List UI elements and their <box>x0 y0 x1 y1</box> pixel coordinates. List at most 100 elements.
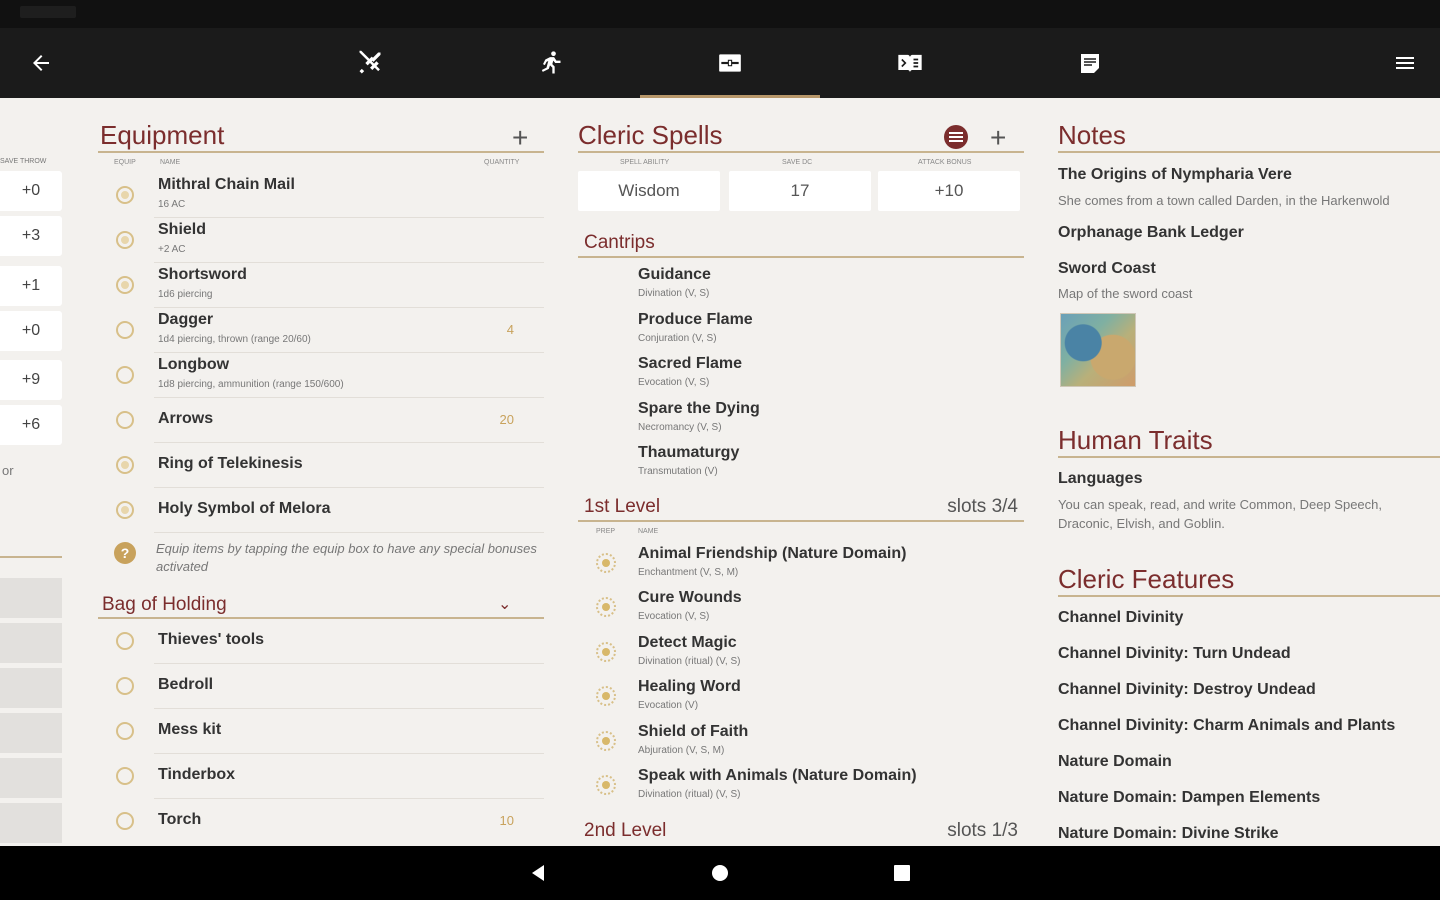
equip-toggle[interactable] <box>116 677 134 695</box>
spell-name[interactable]: Healing Word <box>638 678 741 696</box>
save-value[interactable]: +0 <box>0 171 62 211</box>
save-value[interactable]: +1 <box>0 266 62 306</box>
feature-item[interactable]: Channel Divinity <box>1058 609 1183 627</box>
spell-ability-value[interactable]: Wisdom <box>578 171 720 211</box>
menu-button[interactable] <box>1380 28 1430 98</box>
level-2-slots[interactable]: slots 1/3 <box>947 820 1018 842</box>
spell-name[interactable]: Detect Magic <box>638 634 737 652</box>
spell-name[interactable]: Sacred Flame <box>638 355 742 373</box>
bag-of-holding-title[interactable]: Bag of Holding <box>102 594 227 616</box>
item-quantity: 4 <box>506 322 514 337</box>
equipment-row[interactable]: Dagger 1d4 piercing, thrown (range 20/60… <box>98 308 544 353</box>
prepared-toggle[interactable] <box>596 686 616 706</box>
equip-toggle[interactable] <box>116 231 134 249</box>
spell-school: Divination (V, S) <box>638 288 710 299</box>
note-title[interactable]: Orphanage Bank Ledger <box>1058 224 1244 242</box>
prepared-toggle[interactable] <box>596 775 616 795</box>
blank-box <box>0 578 62 618</box>
nav-home-button[interactable] <box>690 846 750 900</box>
item-detail: 1d6 piercing <box>158 289 213 300</box>
equipment-row[interactable]: Holy Symbol of Melora <box>98 488 544 533</box>
equip-toggle[interactable] <box>116 501 134 519</box>
prepared-toggle[interactable] <box>596 731 616 751</box>
spell-name[interactable]: Shield of Faith <box>638 723 748 741</box>
divider <box>578 256 1024 258</box>
equipment-row[interactable]: Arrows 20 <box>98 398 544 443</box>
spell-name[interactable]: Spare the Dying <box>638 400 760 418</box>
bag-row[interactable]: Tinderbox <box>98 754 544 799</box>
prepared-toggle[interactable] <box>596 642 616 662</box>
spell-name[interactable]: Cure Wounds <box>638 589 742 607</box>
save-value[interactable]: +6 <box>0 405 62 445</box>
equip-toggle[interactable] <box>116 276 134 294</box>
blank-box <box>0 668 62 708</box>
equipment-row[interactable]: Shortsword 1d6 piercing <box>98 263 544 308</box>
note-title[interactable]: The Origins of Nympharia Vere <box>1058 166 1292 184</box>
add-equipment-button[interactable]: + <box>512 124 528 152</box>
add-spell-button[interactable]: + <box>990 124 1006 152</box>
save-value[interactable]: +0 <box>0 311 62 351</box>
feature-item[interactable]: Channel Divinity: Turn Undead <box>1058 645 1291 663</box>
spell-school: Evocation (V, S) <box>638 377 710 388</box>
prepared-toggle[interactable] <box>596 597 616 617</box>
spell-name[interactable]: Guidance <box>638 266 711 284</box>
map-thumbnail[interactable] <box>1060 313 1136 387</box>
feature-item[interactable]: Nature Domain <box>1058 753 1172 771</box>
equipment-row[interactable]: Ring of Telekinesis <box>98 443 544 488</box>
tab-spells[interactable] <box>820 28 1000 98</box>
feature-item[interactable]: Nature Domain: Divine Strike <box>1058 825 1279 843</box>
item-name: Mess kit <box>158 721 222 738</box>
item-quantity: 20 <box>499 412 514 427</box>
arrow-left-icon <box>33 55 49 71</box>
save-throw-header: SAVE THROW <box>0 158 47 165</box>
feature-item[interactable]: Channel Divinity: Charm Animals and Plan… <box>1058 717 1395 735</box>
prepared-toggle[interactable] <box>596 553 616 573</box>
spells-panel: Cleric Spells + SPELL ABILITY SAVE DC AT… <box>578 98 1024 846</box>
equip-toggle[interactable] <box>116 186 134 204</box>
equip-toggle[interactable] <box>116 321 134 339</box>
equip-toggle[interactable] <box>116 722 134 740</box>
note-title[interactable]: Sword Coast <box>1058 260 1156 278</box>
equip-toggle[interactable] <box>116 632 134 650</box>
equipment-row[interactable]: Longbow 1d8 piercing, ammunition (range … <box>98 353 544 398</box>
bag-row[interactable]: Mess kit <box>98 709 544 754</box>
equip-toggle[interactable] <box>116 767 134 785</box>
equip-toggle[interactable] <box>116 812 134 830</box>
save-value[interactable]: +3 <box>0 216 62 256</box>
divider <box>1058 456 1440 458</box>
feature-item[interactable]: Nature Domain: Dampen Elements <box>1058 789 1320 807</box>
tab-inventory[interactable] <box>640 28 820 98</box>
blank-box <box>0 623 62 663</box>
attack-bonus-header: ATTACK BONUS <box>918 159 972 166</box>
bag-row[interactable]: Bedroll <box>98 664 544 709</box>
spell-name[interactable]: Produce Flame <box>638 311 753 329</box>
bag-row[interactable]: Thieves' tools <box>98 619 544 664</box>
trait-name[interactable]: Languages <box>1058 470 1142 488</box>
spell-school: Abjuration (V, S, M) <box>638 745 725 756</box>
nav-recents-button[interactable] <box>872 846 932 900</box>
spell-name[interactable]: Animal Friendship (Nature Domain) <box>638 545 906 563</box>
item-name: Shield <box>158 221 207 238</box>
feature-item[interactable]: Channel Divinity: Destroy Undead <box>1058 681 1316 699</box>
saves-column: SAVE THROW +0 +3 +1 +0 +9 +6 or <box>0 98 64 846</box>
item-name: Bedroll <box>158 676 214 693</box>
equipment-row[interactable]: Mithral Chain Mail 16 AC <box>98 173 544 218</box>
spell-name[interactable]: Speak with Animals (Nature Domain) <box>638 767 917 785</box>
tab-notes[interactable] <box>1000 28 1180 98</box>
level-1-slots[interactable]: slots 3/4 <box>947 496 1018 518</box>
equip-toggle[interactable] <box>116 456 134 474</box>
spell-name[interactable]: Thaumaturgy <box>638 444 739 462</box>
back-button[interactable] <box>14 28 68 98</box>
tab-skills[interactable] <box>460 28 640 98</box>
filter-icon[interactable] <box>944 125 968 149</box>
bag-row[interactable]: Torch 10 <box>98 799 544 844</box>
tab-combat[interactable] <box>280 28 460 98</box>
nav-back-button[interactable] <box>508 846 568 900</box>
equip-toggle[interactable] <box>116 411 134 429</box>
save-value[interactable]: +9 <box>0 360 62 400</box>
equip-toggle[interactable] <box>116 366 134 384</box>
spell-school: Divination (ritual) (V, S) <box>638 656 741 667</box>
nav-home-circle-icon <box>712 865 728 881</box>
equipment-row[interactable]: Shield +2 AC <box>98 218 544 263</box>
chevron-down-icon[interactable]: ⌄ <box>498 594 511 614</box>
